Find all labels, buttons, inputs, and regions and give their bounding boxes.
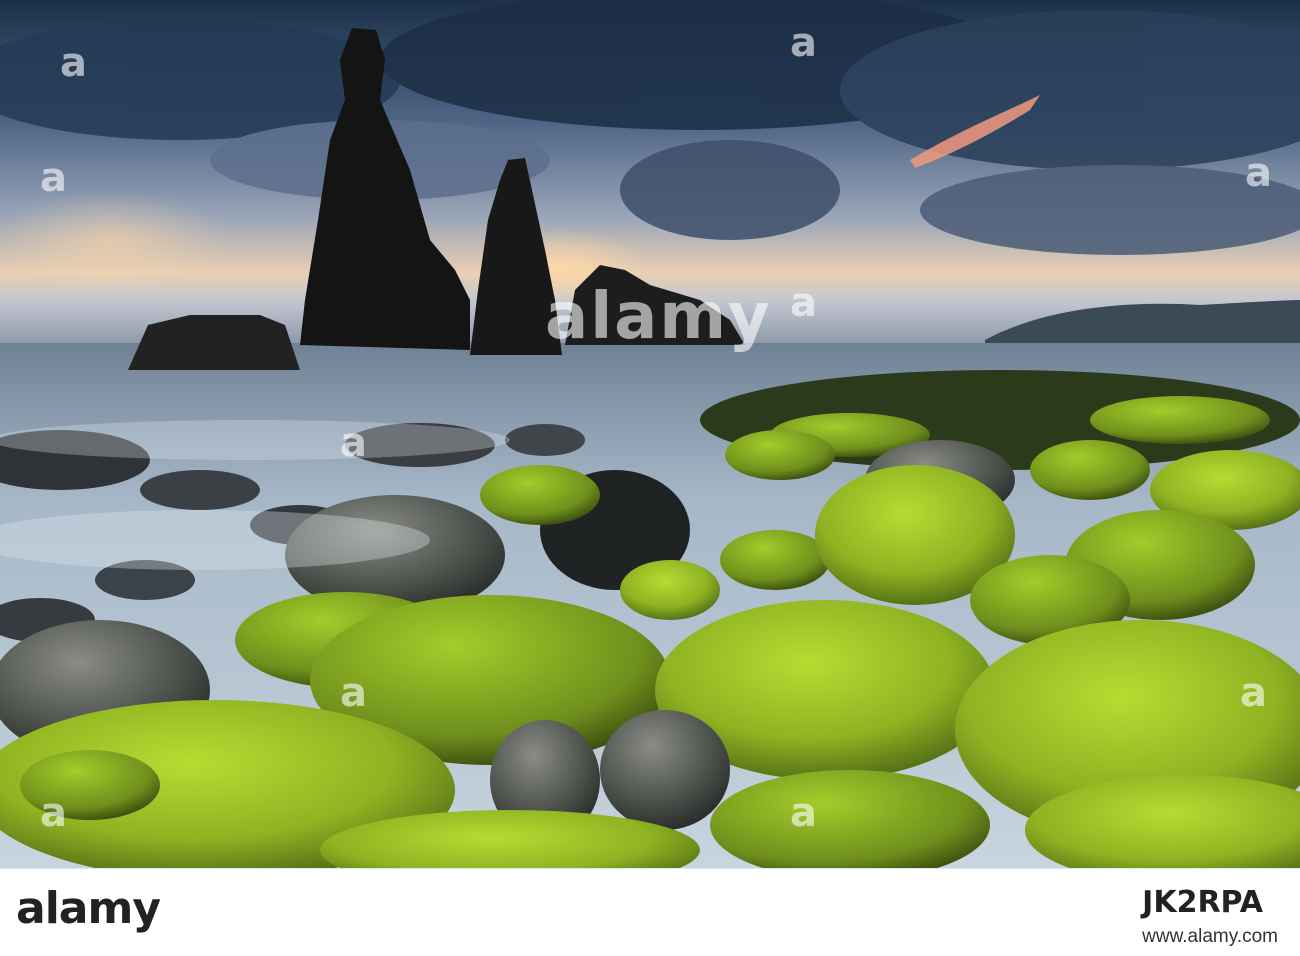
watermark-small: a bbox=[60, 40, 87, 86]
watermark-small: a bbox=[40, 155, 67, 201]
footer-bar: alamy JK2RPA www.alamy.com bbox=[0, 868, 1300, 956]
watermark-main: alamy bbox=[545, 280, 772, 354]
watermark-small: a bbox=[340, 420, 367, 466]
watermark-small: a bbox=[1240, 670, 1267, 716]
watermark-small: a bbox=[40, 790, 67, 836]
watermark-small: a bbox=[790, 20, 817, 66]
photo-canvas bbox=[0, 0, 1300, 868]
watermark-small: a bbox=[340, 670, 367, 716]
watermark-small: a bbox=[790, 790, 817, 836]
image-id: JK2RPA bbox=[1142, 885, 1263, 920]
watermark-small: a bbox=[1245, 150, 1272, 196]
site-url: www.alamy.com bbox=[1142, 926, 1278, 947]
landscape-photo: alamy a a a a a a a a a a bbox=[0, 0, 1300, 868]
alamy-logo: alamy bbox=[16, 883, 161, 934]
image-id-block: JK2RPA www.alamy.com bbox=[1142, 885, 1278, 948]
watermark-small: a bbox=[790, 280, 817, 326]
